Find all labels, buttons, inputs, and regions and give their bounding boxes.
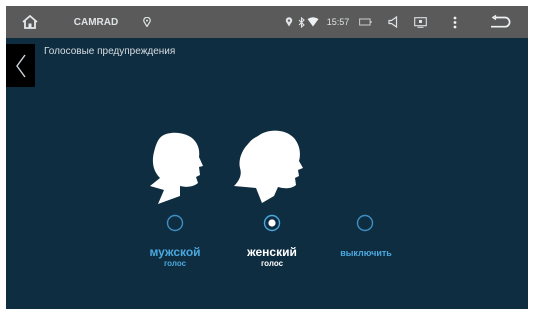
chevron-left-icon (15, 54, 26, 77)
location-icon (142, 6, 152, 38)
battery-icon (358, 6, 372, 38)
option-sublabel: голос (260, 259, 284, 268)
clock: 15:57 (326, 17, 350, 27)
voice-off-option[interactable]: выключить (324, 248, 408, 258)
page-title: Голосовые предупреждения (44, 46, 176, 57)
more-icon[interactable] (450, 6, 460, 38)
status-bar: CAMRAD 15:57 (6, 6, 528, 38)
screen-icon[interactable] (412, 6, 428, 38)
wifi-icon (306, 6, 320, 38)
female-head-icon[interactable] (234, 130, 308, 210)
back-arrow-icon[interactable] (486, 6, 516, 38)
option-label: женский (247, 245, 297, 259)
option-label: выключить (340, 248, 392, 258)
app-name: CAMRAD (73, 16, 119, 28)
screen: CAMRAD 15:57 Голосовые предупреждения му… (6, 6, 528, 309)
home-icon[interactable] (18, 6, 42, 38)
back-button[interactable] (6, 44, 35, 87)
female-voice-option[interactable]: женский голос (232, 245, 312, 268)
option-label: мужской (149, 245, 201, 259)
radio-female-voice[interactable] (263, 214, 281, 232)
radio-male-voice[interactable] (166, 214, 184, 232)
male-voice-option[interactable]: мужской голос (135, 245, 215, 268)
volume-icon[interactable] (386, 6, 400, 38)
male-head-icon[interactable] (144, 132, 210, 210)
bluetooth-icon (296, 6, 306, 38)
option-sublabel: голос (163, 259, 187, 268)
location-icon (284, 6, 294, 38)
radio-voice-off[interactable] (356, 214, 374, 232)
